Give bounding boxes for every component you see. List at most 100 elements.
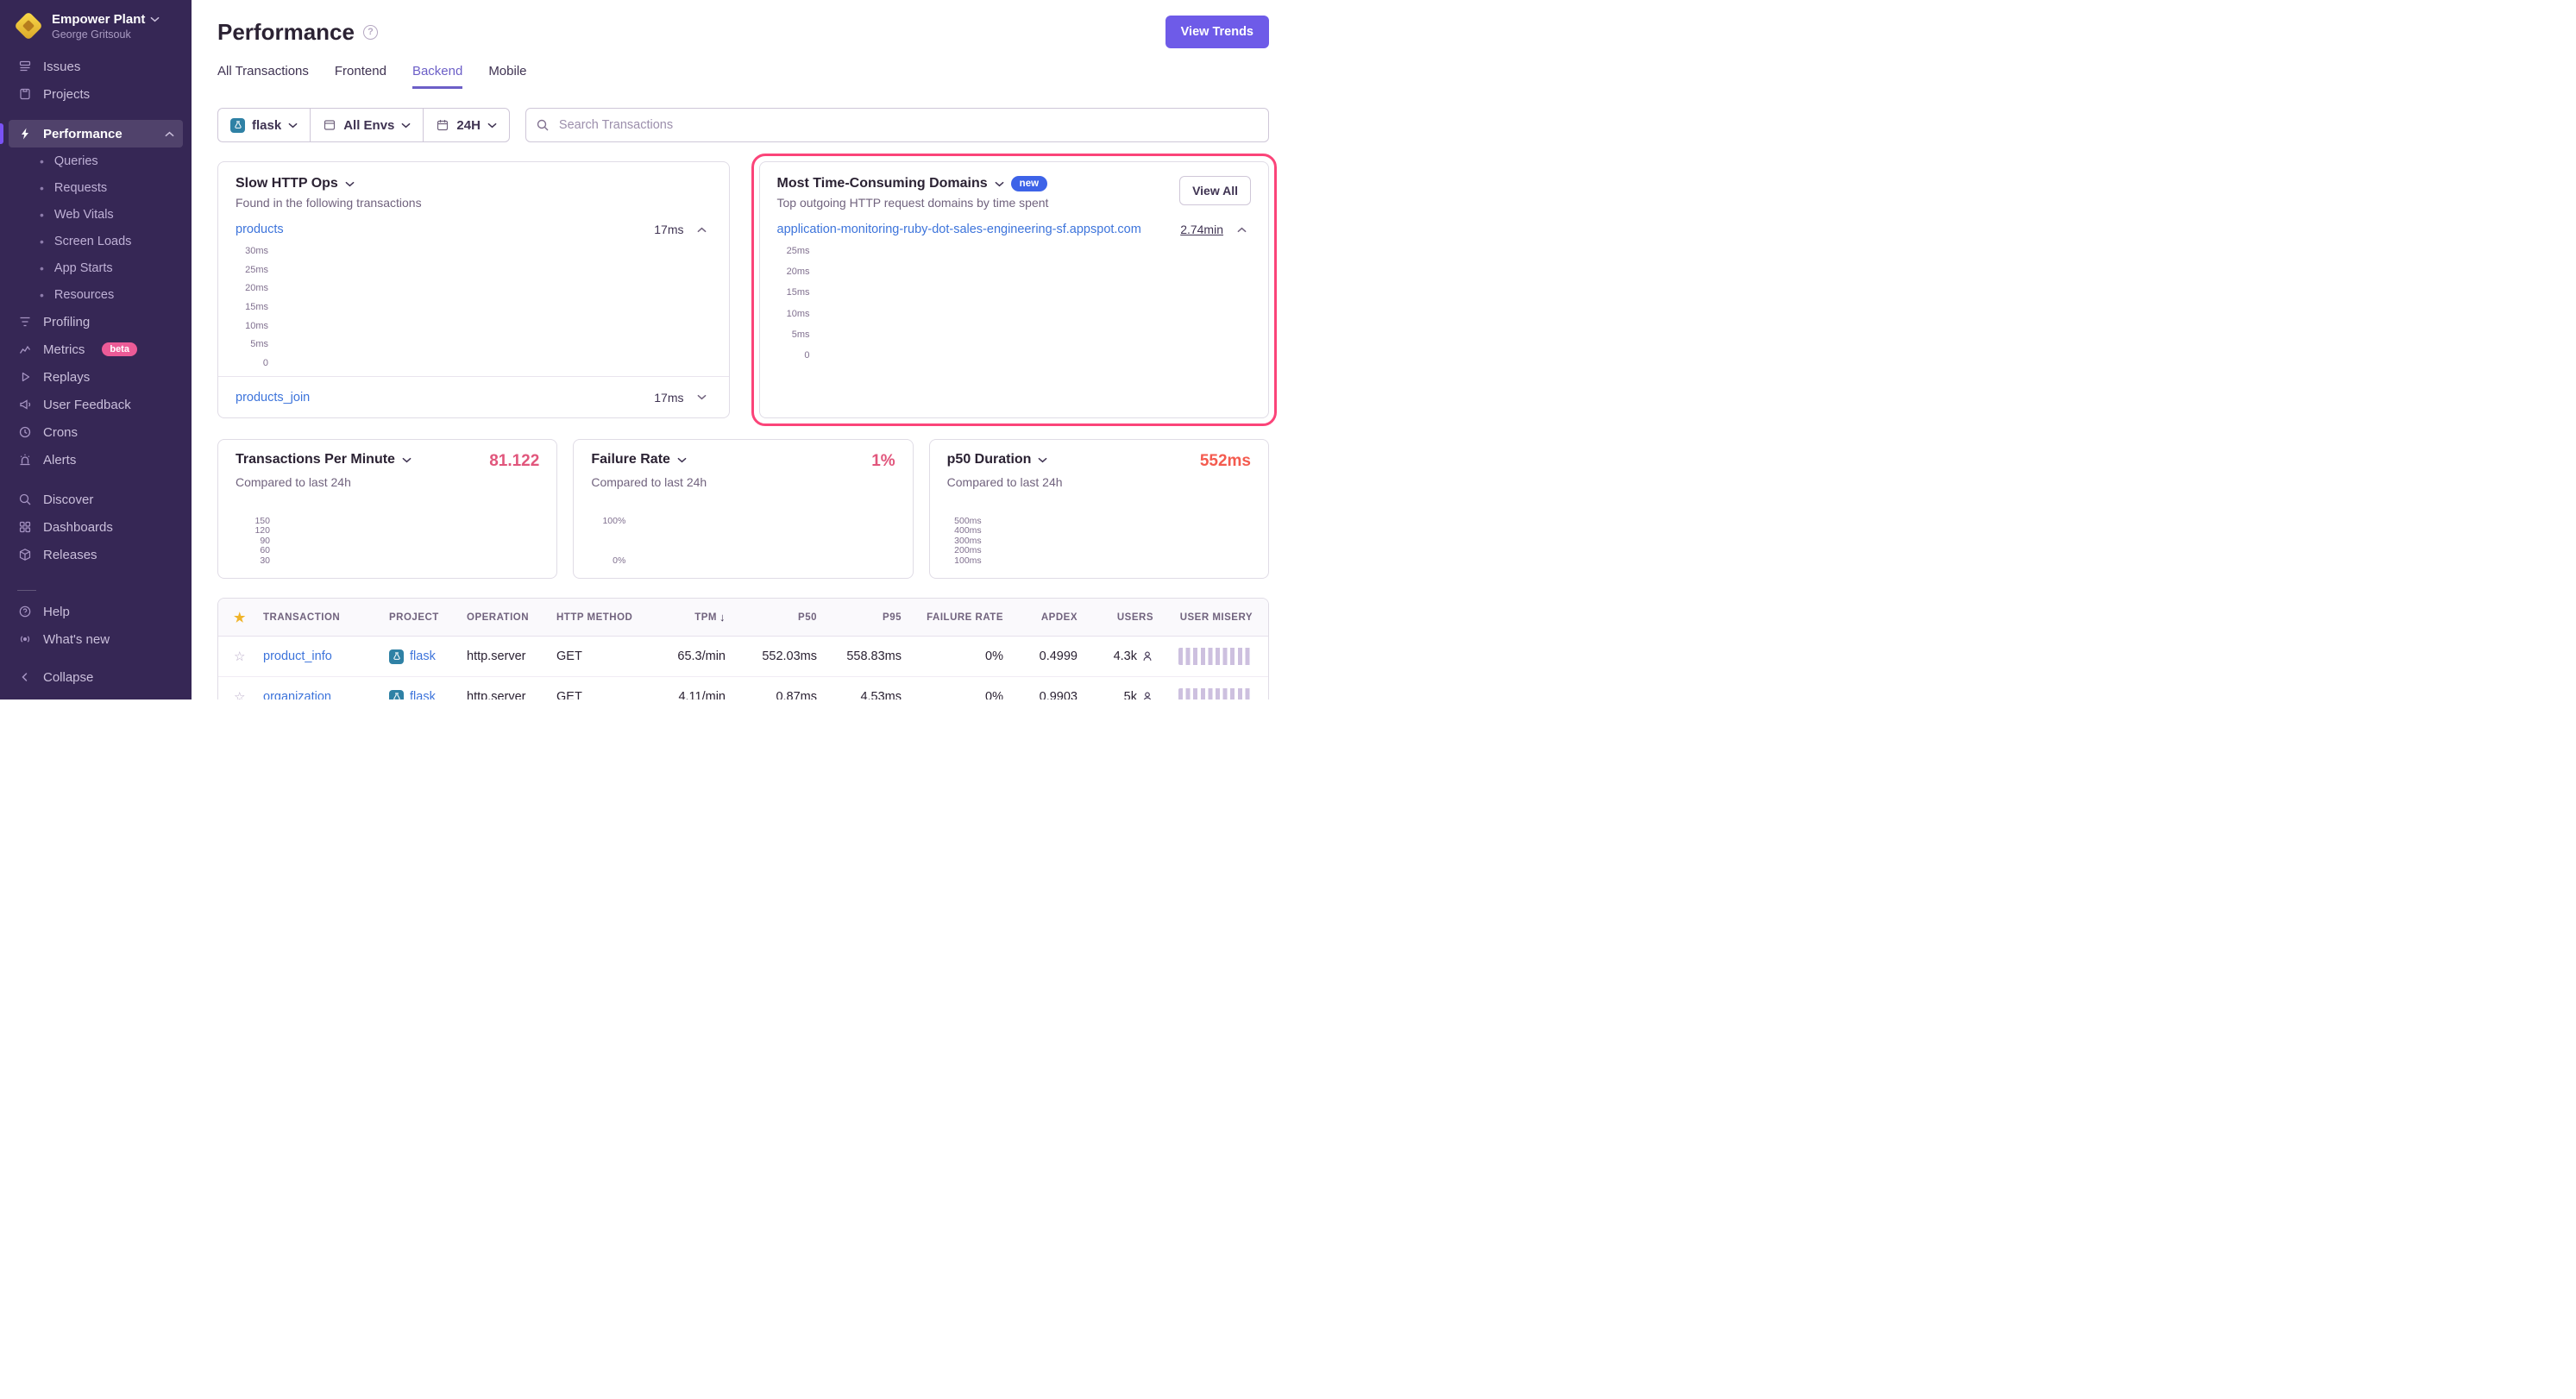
sidebar-item-discover[interactable]: Discover (9, 486, 183, 513)
sidebar-item-profiling[interactable]: Profiling (9, 308, 183, 336)
star-icon[interactable]: ★ (218, 610, 256, 625)
view-all-button[interactable]: View All (1179, 176, 1251, 205)
table-row[interactable]: ☆ organization flask http.server GET 4.1… (218, 677, 1268, 700)
chevron-down-icon[interactable] (345, 181, 355, 187)
search-transactions-input[interactable] (525, 108, 1269, 142)
sidebar-item-replays[interactable]: Replays (9, 363, 183, 391)
widget-subtitle: Found in the following transactions (236, 196, 712, 210)
stat-title: p50 Duration (947, 452, 1032, 467)
y-tick: 300ms (954, 536, 982, 546)
star-toggle[interactable]: ☆ (218, 649, 256, 664)
operation-cell: http.server (460, 690, 550, 700)
chevron-down-icon[interactable] (402, 457, 412, 463)
sidebar-item-releases[interactable]: Releases (9, 541, 183, 568)
transaction-link[interactable]: products (236, 223, 284, 236)
bullet-icon: • (40, 288, 44, 302)
column-header-p50[interactable]: P50 (732, 612, 824, 623)
y-tick: 30 (260, 556, 270, 566)
expand-row-toggle[interactable] (693, 390, 712, 405)
sidebar-item-web-vitals[interactable]: •Web Vitals (0, 201, 192, 228)
p50-duration-card: p50 Duration 552ms Compared to last 24h … (929, 439, 1269, 579)
sidebar-item-projects[interactable]: Projects (9, 80, 183, 108)
column-header-transaction[interactable]: TRANSACTION (256, 612, 382, 623)
sidebar-item-screen-loads[interactable]: •Screen Loads (0, 228, 192, 254)
calendar-icon (436, 118, 449, 132)
clock-icon (17, 424, 33, 440)
org-switcher[interactable]: Empower Plant George Gritsouk (0, 0, 192, 49)
sidebar-item-app-starts[interactable]: •App Starts (0, 254, 192, 281)
environment-filter-dropdown[interactable]: All Envs (310, 108, 424, 142)
widgets-row: Slow HTTP Ops Found in the following tra… (217, 161, 1269, 418)
column-header-http-method[interactable]: HTTP METHOD (550, 612, 650, 623)
sidebar-item-metrics[interactable]: Metrics beta (9, 336, 183, 363)
user-misery-bar (1178, 688, 1253, 700)
tab-frontend[interactable]: Frontend (335, 64, 386, 89)
collapse-row-toggle[interactable] (1232, 222, 1251, 237)
sidebar-item-requests[interactable]: •Requests (0, 174, 192, 201)
transaction-link[interactable]: organization (263, 690, 331, 700)
tab-all-transactions[interactable]: All Transactions (217, 64, 309, 89)
y-tick: 90 (260, 536, 270, 546)
chart-previous-period-series (987, 516, 1251, 566)
sidebar-item-label: What's new (43, 632, 110, 647)
tab-mobile[interactable]: Mobile (488, 64, 526, 89)
tab-backend[interactable]: Backend (412, 64, 462, 89)
sidebar-collapse-button[interactable]: Collapse (9, 663, 183, 691)
sidebar-item-help[interactable]: Help (9, 598, 183, 625)
bullet-icon: • (40, 181, 44, 195)
collapse-row-toggle[interactable] (693, 222, 712, 237)
column-header-apdex[interactable]: APDEX (1010, 612, 1084, 623)
y-tick: 25ms (245, 266, 268, 275)
transaction-link[interactable]: products_join (236, 391, 310, 405)
column-header-tpm[interactable]: TPM↓ (650, 611, 732, 624)
y-tick: 60 (260, 546, 270, 555)
sidebar-item-dashboards[interactable]: Dashboards (9, 513, 183, 541)
user-icon (1141, 650, 1153, 662)
megaphone-icon (17, 397, 33, 412)
users-count: 4.3k (1114, 649, 1137, 663)
chevron-down-icon[interactable] (995, 181, 1004, 187)
chart-current-series (815, 246, 1252, 361)
page-help-icon[interactable]: ? (363, 25, 378, 40)
sidebar-item-whats-new[interactable]: What's new (9, 625, 183, 653)
project-link[interactable]: flask (410, 649, 436, 663)
y-tick: 0% (613, 556, 625, 566)
sidebar-item-queries[interactable]: •Queries (0, 147, 192, 174)
bullet-icon: • (40, 261, 44, 275)
sidebar-item-label: Web Vitals (54, 208, 114, 222)
column-header-project[interactable]: PROJECT (382, 612, 460, 623)
grid-icon (17, 519, 33, 535)
column-header-user-misery[interactable]: USER MISERY (1160, 612, 1268, 623)
column-header-p95[interactable]: P95 (824, 612, 908, 623)
column-header-failure-rate[interactable]: FAILURE RATE (908, 612, 1010, 623)
column-header-users[interactable]: USERS (1084, 612, 1160, 623)
sidebar-item-performance[interactable]: Performance (9, 120, 183, 147)
chevron-down-icon[interactable] (677, 457, 687, 463)
project-filter-dropdown[interactable]: flask (217, 108, 311, 142)
sidebar-item-label: Alerts (43, 453, 76, 467)
project-link[interactable]: flask (410, 690, 436, 700)
duration-value[interactable]: 2.74min (1172, 223, 1223, 236)
chart-plot-area (987, 516, 1251, 566)
column-label: TPM (694, 612, 717, 623)
transaction-link[interactable]: product_info (263, 649, 332, 663)
sidebar-item-user-feedback[interactable]: User Feedback (9, 391, 183, 418)
sidebar-item-crons[interactable]: Crons (9, 418, 183, 446)
y-tick: 15ms (787, 288, 810, 298)
column-header-operation[interactable]: OPERATION (460, 612, 550, 623)
chevron-down-icon[interactable] (1038, 457, 1047, 463)
view-trends-button[interactable]: View Trends (1165, 16, 1269, 48)
domain-link[interactable]: application-monitoring-ruby-dot-sales-en… (777, 223, 1141, 236)
date-range-filter-dropdown[interactable]: 24H (423, 108, 510, 142)
sidebar-item-alerts[interactable]: Alerts (9, 446, 183, 474)
siren-icon (17, 452, 33, 467)
star-toggle[interactable]: ☆ (218, 689, 256, 700)
sidebar-item-issues[interactable]: Issues (9, 53, 183, 80)
chevron-down-icon (697, 394, 707, 400)
y-tick: 120 (254, 526, 270, 536)
y-tick: 400ms (954, 526, 982, 536)
help-icon (17, 604, 33, 619)
sidebar-item-resources[interactable]: •Resources (0, 281, 192, 308)
table-row[interactable]: ☆ product_info flask http.server GET 65.… (218, 637, 1268, 677)
tab-bar: All Transactions Frontend Backend Mobile (217, 64, 1269, 89)
